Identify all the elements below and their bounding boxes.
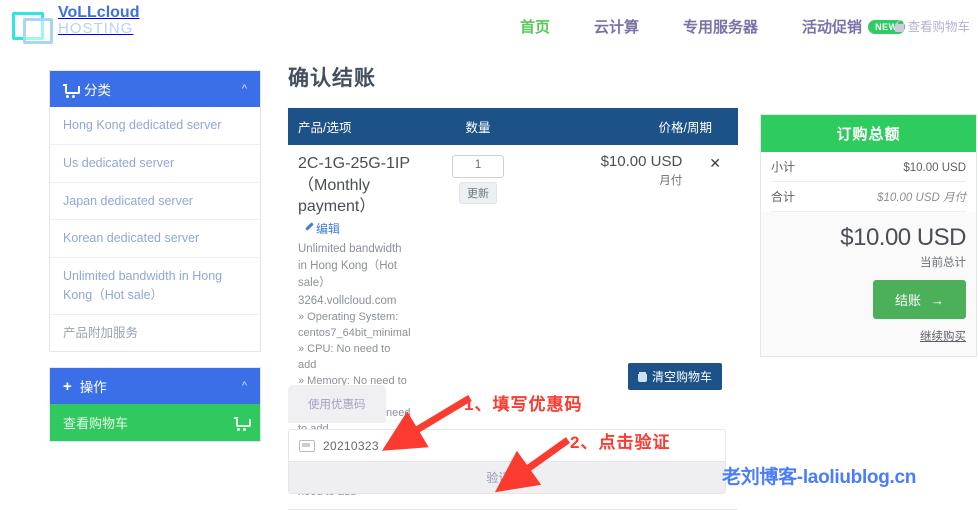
sidebar-view-cart-label: 查看购物车	[63, 413, 128, 432]
column-header-product: 产品/选项	[288, 108, 421, 145]
column-header-price: 价格/周期	[536, 108, 738, 145]
nav-label-dedicated: 专用服务器	[683, 19, 758, 36]
product-domain: 3264.vollcloud.com	[298, 293, 411, 310]
edit-label: 编辑	[316, 222, 340, 236]
page-root: VoLLcloud HOSTING 首页 云计算 专用服务器 活动促销NEW 查…	[0, 0, 978, 509]
grand-total-block: $10.00 USD 当前总计	[761, 212, 976, 270]
checkout-button[interactable]: 结账 →	[873, 280, 966, 319]
table-header-row: 产品/选项 数量 价格/周期	[288, 108, 738, 145]
pencil-icon	[304, 224, 314, 234]
total-label: 合计	[771, 188, 795, 205]
sidebar-item-hk-dedicated[interactable]: Hong Kong dedicated server	[50, 107, 260, 144]
product-name: 2C-1G-25G-1IP（Monthly payment） 编辑	[298, 153, 411, 239]
product-option-cpu: » CPU: No need to add	[298, 342, 411, 374]
continue-shopping-link[interactable]: 继续购买	[771, 328, 966, 344]
summary-row-subtotal: 小计 $10.00 USD	[771, 152, 966, 182]
site-logo[interactable]: VoLLcloud HOSTING	[12, 5, 139, 43]
nav-item-promotion[interactable]: 活动促销NEW	[802, 16, 905, 37]
sidebar-item-view-cart[interactable]: 查看购物车	[50, 404, 260, 441]
nav-label-home: 首页	[520, 19, 550, 36]
nav-item-dedicated[interactable]: 专用服务器	[683, 16, 758, 37]
column-header-quantity: 数量	[421, 108, 536, 145]
annotation-step-2: 2、点击验证	[570, 428, 670, 453]
chevron-up-icon-operations[interactable]: ^	[242, 380, 247, 392]
quantity-input[interactable]: 1	[452, 155, 504, 178]
nav-item-home[interactable]: 首页	[520, 16, 550, 37]
operations-panel-header[interactable]: + 操作 ^	[50, 368, 260, 404]
view-cart-label: 查看购物车	[907, 20, 970, 34]
logo-mark-icon	[12, 9, 52, 43]
chevron-up-icon[interactable]: ^	[242, 83, 247, 95]
promo-tab[interactable]: 使用优惠码	[288, 385, 386, 423]
operations-panel: + 操作 ^ 查看购物车	[49, 367, 261, 442]
logo-subtitle: HOSTING	[58, 20, 133, 37]
sidebar-item-addon-services[interactable]: 产品附加服务	[50, 314, 260, 352]
product-option-os: » Operating System: centos7_64bit_minima…	[298, 310, 411, 342]
grand-total-caption: 当前总计	[771, 254, 966, 270]
site-header: VoLLcloud HOSTING 首页 云计算 专用服务器 活动促销NEW 查…	[0, 0, 978, 52]
watermark: 老刘博客-laoliublog.cn	[722, 462, 916, 489]
categories-panel-header[interactable]: 分类 ^	[50, 71, 260, 107]
main-nav: 首页 云计算 专用服务器 活动促销NEW	[520, 12, 949, 40]
order-summary: 订购总额 小计 $10.00 USD 合计 $10.00 USD 月付 $10.…	[760, 114, 977, 357]
sidebar-item-us-dedicated[interactable]: Us dedicated server	[50, 144, 260, 182]
cart-icon	[63, 84, 76, 95]
product-billing-cycle: 月付	[546, 172, 683, 188]
page-title: 确认结账	[288, 62, 738, 92]
nav-label-cloud: 云计算	[594, 19, 639, 36]
view-cart-link[interactable]: 查看购物车	[895, 16, 970, 35]
verify-promo-button[interactable]: 验证 >>	[289, 461, 725, 493]
product-name-text: 2C-1G-25G-1IP（Monthly payment）	[298, 155, 410, 215]
cart-table-head: 产品/选项 数量 价格/周期	[288, 108, 738, 145]
sidebar-item-korean-dedicated[interactable]: Korean dedicated server	[50, 219, 260, 257]
categories-panel-title: 分类	[84, 79, 242, 99]
operations-panel-body: 查看购物车	[50, 404, 260, 441]
edit-product-link[interactable]: 编辑	[304, 222, 340, 236]
sidebar-item-unlimited-bandwidth[interactable]: Unlimited bandwidth in Hong Kong（Hot sal…	[50, 257, 260, 314]
annotation-step-1: 1、填写优惠码	[464, 390, 582, 415]
total-value: $10.00 USD 月付	[877, 189, 966, 205]
order-summary-title: 订购总额	[761, 115, 976, 152]
order-summary-rows: 小计 $10.00 USD 合计 $10.00 USD 月付	[761, 152, 976, 212]
arrow-right-icon: →	[931, 293, 944, 308]
promo-code-input[interactable]: 20210323	[323, 439, 379, 453]
subtotal-label: 小计	[771, 158, 795, 175]
sidebar: 分类 ^ Hong Kong dedicated server Us dedic…	[49, 70, 261, 457]
summary-actions: 结账 → 继续购买	[761, 270, 976, 356]
nav-item-cloud[interactable]: 云计算	[594, 16, 639, 37]
verify-suffix: >>	[514, 471, 528, 485]
logo-title: VoLLcloud	[58, 4, 139, 21]
trash-icon	[638, 372, 647, 382]
product-price: $10.00 USD	[546, 153, 683, 170]
grand-total-amount: $10.00 USD	[771, 224, 966, 252]
summary-row-total: 合计 $10.00 USD 月付	[771, 182, 966, 212]
update-quantity-button[interactable]: 更新	[459, 182, 497, 204]
lock-icon	[895, 24, 904, 32]
nav-label-promotion: 活动促销	[802, 19, 862, 36]
categories-panel: 分类 ^ Hong Kong dedicated server Us dedic…	[49, 70, 261, 352]
product-description: Unlimited bandwidth in Hong Kong（Hot sal…	[298, 241, 411, 291]
plus-icon: +	[63, 379, 72, 394]
subtotal-value: $10.00 USD	[903, 162, 966, 174]
operations-panel-title: 操作	[80, 376, 242, 396]
sidebar-item-japan-dedicated[interactable]: Japan dedicated server	[50, 182, 260, 220]
ticket-icon	[299, 440, 315, 452]
empty-cart-label: 清空购物车	[652, 368, 712, 385]
remove-item-button[interactable]: ✕	[709, 153, 721, 170]
cart-icon-operations	[234, 417, 247, 428]
verify-label: 验证	[486, 471, 510, 485]
checkout-label: 结账	[895, 293, 921, 308]
